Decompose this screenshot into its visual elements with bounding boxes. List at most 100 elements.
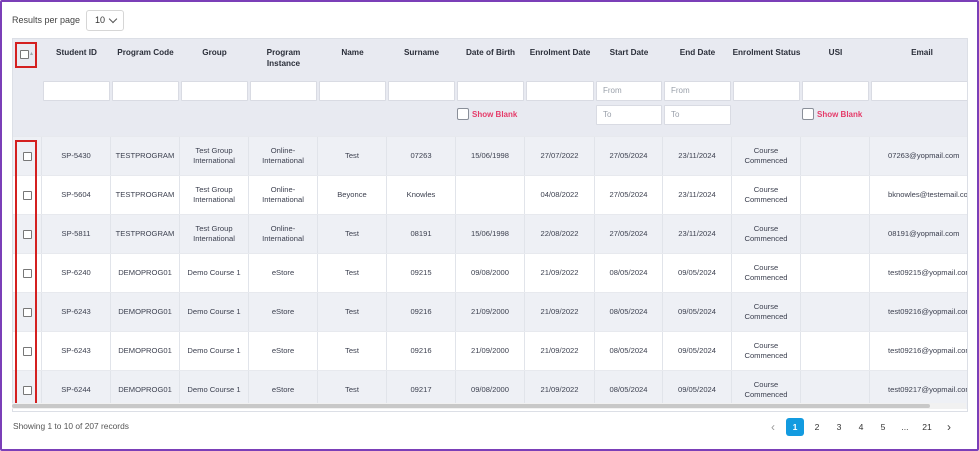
scrollbar-thumb[interactable]	[12, 404, 930, 408]
page-button-21[interactable]: 21	[918, 418, 936, 436]
page-button-3[interactable]: 3	[830, 418, 848, 436]
column-header-start-date[interactable]: Start Date	[595, 47, 663, 58]
cell-name: Test	[318, 293, 387, 331]
column-header-usi[interactable]: USI	[801, 47, 870, 58]
cell-student-id: SP-6243	[42, 332, 111, 370]
cell-start-date: 08/05/2024	[595, 254, 663, 292]
app-frame: Results per page 10 ▴ Student ID Program …	[0, 0, 979, 451]
filter-input-student-id[interactable]	[43, 81, 110, 101]
show-blank-checkbox[interactable]	[457, 108, 469, 120]
select-all-highlight	[15, 42, 37, 68]
filter-to-input-end-date[interactable]: To	[664, 105, 731, 125]
cell-usi	[801, 332, 870, 370]
cell-enrolment-date: 21/09/2022	[525, 254, 595, 292]
cell-group: Test Group International	[180, 215, 249, 253]
table-row[interactable]: SP-5430 TESTPROGRAM Test Group Internationa…	[13, 136, 967, 175]
cell-dob: 15/06/1998	[456, 215, 525, 253]
table-row[interactable]: SP-6243 DEMOPROG01 Demo Course 1 eStore Test…	[13, 292, 967, 331]
cell-surname: 07263	[387, 137, 456, 175]
column-header-enrolment-status[interactable]: Enrolment Status	[732, 47, 801, 58]
cell-start-date: 27/05/2024	[595, 215, 663, 253]
filter-input-end-date[interactable]: From	[664, 81, 731, 101]
filter-input-start-date[interactable]: From	[596, 81, 662, 101]
cell-name: Test	[318, 332, 387, 370]
cell-email: test09216@yopmail.com	[888, 346, 968, 355]
cell-end-date: 09/05/2024	[663, 332, 732, 370]
filter-input-program-code[interactable]	[112, 81, 179, 101]
cell-start-date: 27/05/2024	[595, 176, 663, 214]
cell-group: Demo Course 1	[180, 332, 249, 370]
cell-usi	[801, 293, 870, 331]
filter-input-enrolment-date[interactable]	[526, 81, 594, 101]
cell-program-instance: Online- International	[249, 137, 318, 175]
column-header-email[interactable]: Email	[870, 47, 967, 58]
table-row[interactable]: SP-6243 DEMOPROG01 Demo Course 1 eStore Test…	[13, 331, 967, 370]
horizontal-scrollbar[interactable]	[12, 403, 966, 409]
show-blank-toggle-usi[interactable]: Show Blank	[802, 108, 862, 120]
cell-program-instance: eStore	[249, 293, 318, 331]
next-page-icon[interactable]: ›	[940, 418, 958, 436]
cell-dob: 21/09/2000	[456, 293, 525, 331]
column-header-end-date[interactable]: End Date	[663, 47, 732, 58]
filter-to-input-start-date[interactable]: To	[596, 105, 662, 125]
cell-start-date: 08/05/2024	[595, 332, 663, 370]
column-header-name[interactable]: Name	[318, 47, 387, 58]
page-button-2[interactable]: 2	[808, 418, 826, 436]
table-row[interactable]: SP-5811 TESTPROGRAM Test Group Internationa…	[13, 214, 967, 253]
cell-program-instance: Online- International	[249, 215, 318, 253]
filter-input-usi[interactable]	[802, 81, 869, 101]
filter-input-dob[interactable]	[457, 81, 524, 101]
cell-surname: 08191	[387, 215, 456, 253]
filter-input-email[interactable]	[871, 81, 967, 101]
cell-program-code: TESTPROGRAM	[111, 215, 180, 253]
cell-enrolment-status: Course Commenced	[732, 293, 801, 331]
page-button-1[interactable]: 1	[786, 418, 804, 436]
cell-end-date: 23/11/2024	[663, 215, 732, 253]
previous-page-icon[interactable]: ‹	[764, 418, 782, 436]
cell-name: Test	[318, 137, 387, 175]
column-header-program-instance[interactable]: Program Instance	[249, 47, 318, 69]
cell-dob: 09/08/2000	[456, 254, 525, 292]
column-header-program-code[interactable]: Program Code	[111, 47, 180, 58]
show-blank-label: Show Blank	[817, 109, 863, 119]
filter-input-name[interactable]	[319, 81, 386, 101]
column-header-enrolment-date[interactable]: Enrolment Date	[525, 47, 595, 58]
cell-enrolment-status: Course Commenced	[732, 176, 801, 214]
cell-dob: 15/06/1998	[456, 137, 525, 175]
column-header-student-id[interactable]: Student ID	[42, 47, 111, 58]
cell-end-date: 09/05/2024	[663, 254, 732, 292]
row-checkbox-highlight	[15, 140, 37, 406]
table-row[interactable]: SP-5604 TESTPROGRAM Test Group Internationa…	[13, 175, 967, 214]
show-blank-toggle-dob[interactable]: Show Blank	[457, 108, 517, 120]
cell-enrolment-status: Course Commenced	[732, 137, 801, 175]
filter-input-enrolment-status[interactable]	[733, 81, 800, 101]
filter-input-surname[interactable]	[388, 81, 455, 101]
students-table: ▴ Student ID Program Code Group Program Inst…	[12, 38, 968, 412]
cell-program-instance: Online- International	[249, 176, 318, 214]
results-per-page-select[interactable]: 10	[86, 9, 125, 31]
cell-end-date: 23/11/2024	[663, 176, 732, 214]
page-button-4[interactable]: 4	[852, 418, 870, 436]
results-per-page-label: Results per page	[12, 15, 81, 25]
cell-usi	[801, 254, 870, 292]
column-header-surname[interactable]: Surname	[387, 47, 456, 58]
chevron-down-icon	[108, 14, 118, 23]
filter-input-group[interactable]	[181, 81, 248, 101]
cell-end-date: 09/05/2024	[663, 293, 732, 331]
page-button-5[interactable]: 5	[874, 418, 892, 436]
filter-input-program-instance[interactable]	[250, 81, 317, 101]
cell-group: Demo Course 1	[180, 254, 249, 292]
cell-enrolment-date: 21/09/2022	[525, 332, 595, 370]
cell-program-code: DEMOPROG01	[111, 254, 180, 292]
column-header-group[interactable]: Group	[180, 47, 249, 58]
cell-program-instance: eStore	[249, 332, 318, 370]
table-row[interactable]: SP-6240 DEMOPROG01 Demo Course 1 eStore Test…	[13, 253, 967, 292]
cell-email: 07263@yopmail.com	[888, 151, 960, 160]
cell-student-id: SP-5811	[42, 215, 111, 253]
show-blank-checkbox[interactable]	[802, 108, 814, 120]
column-header-dob[interactable]: Date of Birth	[456, 47, 525, 58]
table-header: ▴ Student ID Program Code Group Program Inst…	[13, 39, 967, 136]
cell-program-instance: eStore	[249, 254, 318, 292]
cell-program-code: DEMOPROG01	[111, 332, 180, 370]
cell-enrolment-date: 22/08/2022	[525, 215, 595, 253]
